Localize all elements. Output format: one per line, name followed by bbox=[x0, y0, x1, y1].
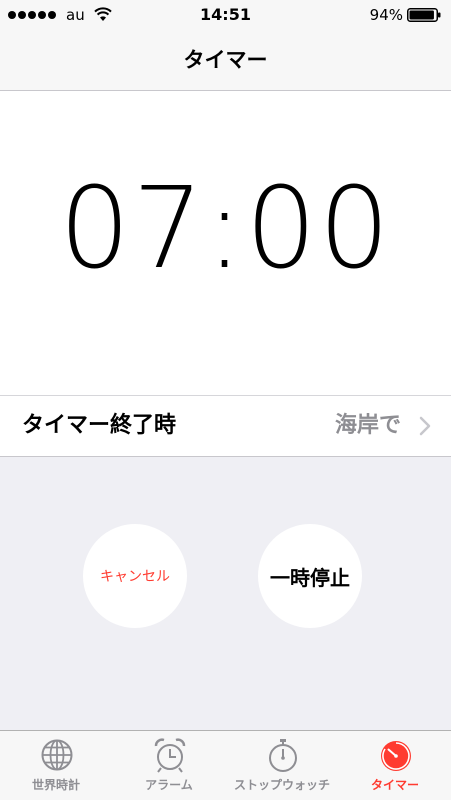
battery-icon bbox=[407, 8, 441, 22]
alarm-clock-icon bbox=[154, 738, 186, 773]
battery-percent: 94% bbox=[369, 6, 403, 24]
timer-icon bbox=[381, 741, 411, 771]
timer-minutes: 07 bbox=[59, 164, 206, 294]
stopwatch-icon bbox=[269, 739, 297, 772]
chevron-right-icon bbox=[419, 416, 431, 436]
timer-display-area: 07:00 bbox=[0, 91, 451, 396]
timer-end-sound-value: 海岸で bbox=[334, 413, 401, 438]
tab-label: アラーム bbox=[145, 778, 193, 792]
timer-seconds: 00 bbox=[245, 164, 392, 294]
cancel-button[interactable]: キャンセル bbox=[83, 524, 187, 628]
page-title: タイマー bbox=[183, 48, 268, 72]
tab-world-clock[interactable]: 世界時計 bbox=[0, 731, 112, 800]
navigation-bar: タイマー bbox=[0, 30, 451, 91]
timer-countdown: 07:00 bbox=[0, 159, 451, 299]
tab-alarm[interactable]: アラーム bbox=[113, 731, 225, 800]
pause-button[interactable]: 一時停止 bbox=[258, 524, 362, 628]
timer-end-sound-row[interactable]: タイマー終了時 海岸で bbox=[0, 396, 451, 457]
tab-label: 世界時計 bbox=[31, 778, 80, 792]
tab-bar: 世界時計 アラーム ストップウォッチ タイマー bbox=[0, 730, 451, 800]
status-bar: au 14:51 94% bbox=[0, 0, 451, 30]
tab-stopwatch[interactable]: ストップウォッチ bbox=[226, 731, 338, 800]
tab-label: ストップウォッチ bbox=[233, 778, 330, 792]
globe-icon bbox=[41, 739, 73, 771]
timer-separator: : bbox=[205, 164, 246, 294]
timer-screen: au 14:51 94% タイマー 07:00 タイマー終了時 海岸で キャンセ… bbox=[0, 0, 451, 800]
tab-timer[interactable]: タイマー bbox=[339, 731, 451, 800]
tab-label: タイマー bbox=[370, 778, 419, 792]
timer-end-label: タイマー終了時 bbox=[22, 413, 177, 438]
timer-controls: キャンセル 一時停止 bbox=[0, 457, 451, 730]
